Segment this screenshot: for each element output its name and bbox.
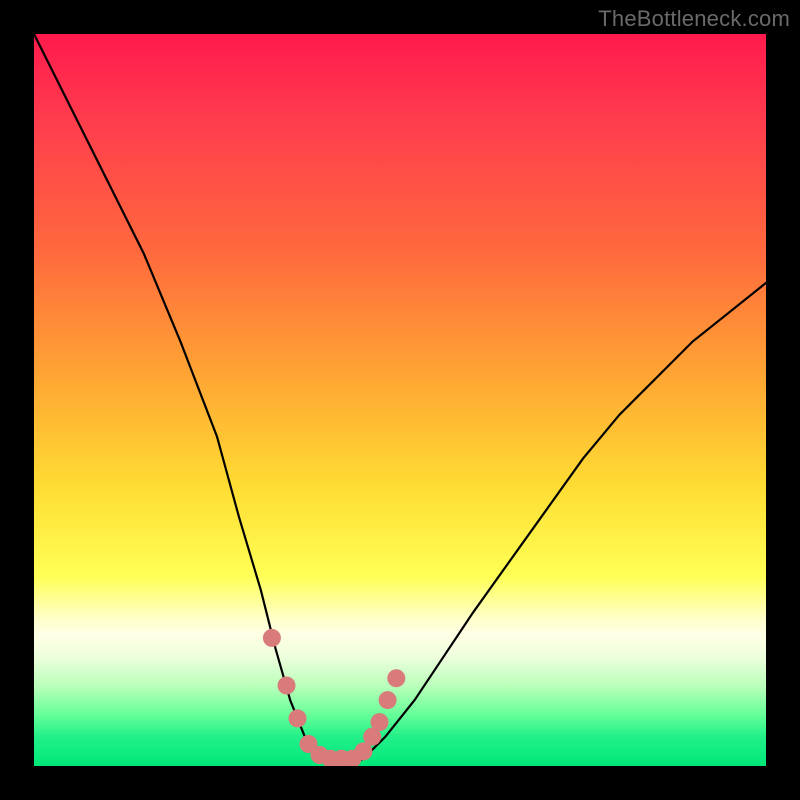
bottleneck-curve — [34, 34, 766, 766]
curve-layer — [34, 34, 766, 766]
highlight-dots-group — [263, 629, 405, 766]
plot-area — [34, 34, 766, 766]
watermark-text: TheBottleneck.com — [598, 6, 790, 32]
highlight-dot — [371, 713, 389, 731]
highlight-dot — [379, 691, 397, 709]
highlight-dot — [289, 709, 307, 727]
highlight-dot — [387, 669, 405, 687]
highlight-dot — [263, 629, 281, 647]
chart-frame: TheBottleneck.com — [0, 0, 800, 800]
highlight-dot — [278, 677, 296, 695]
